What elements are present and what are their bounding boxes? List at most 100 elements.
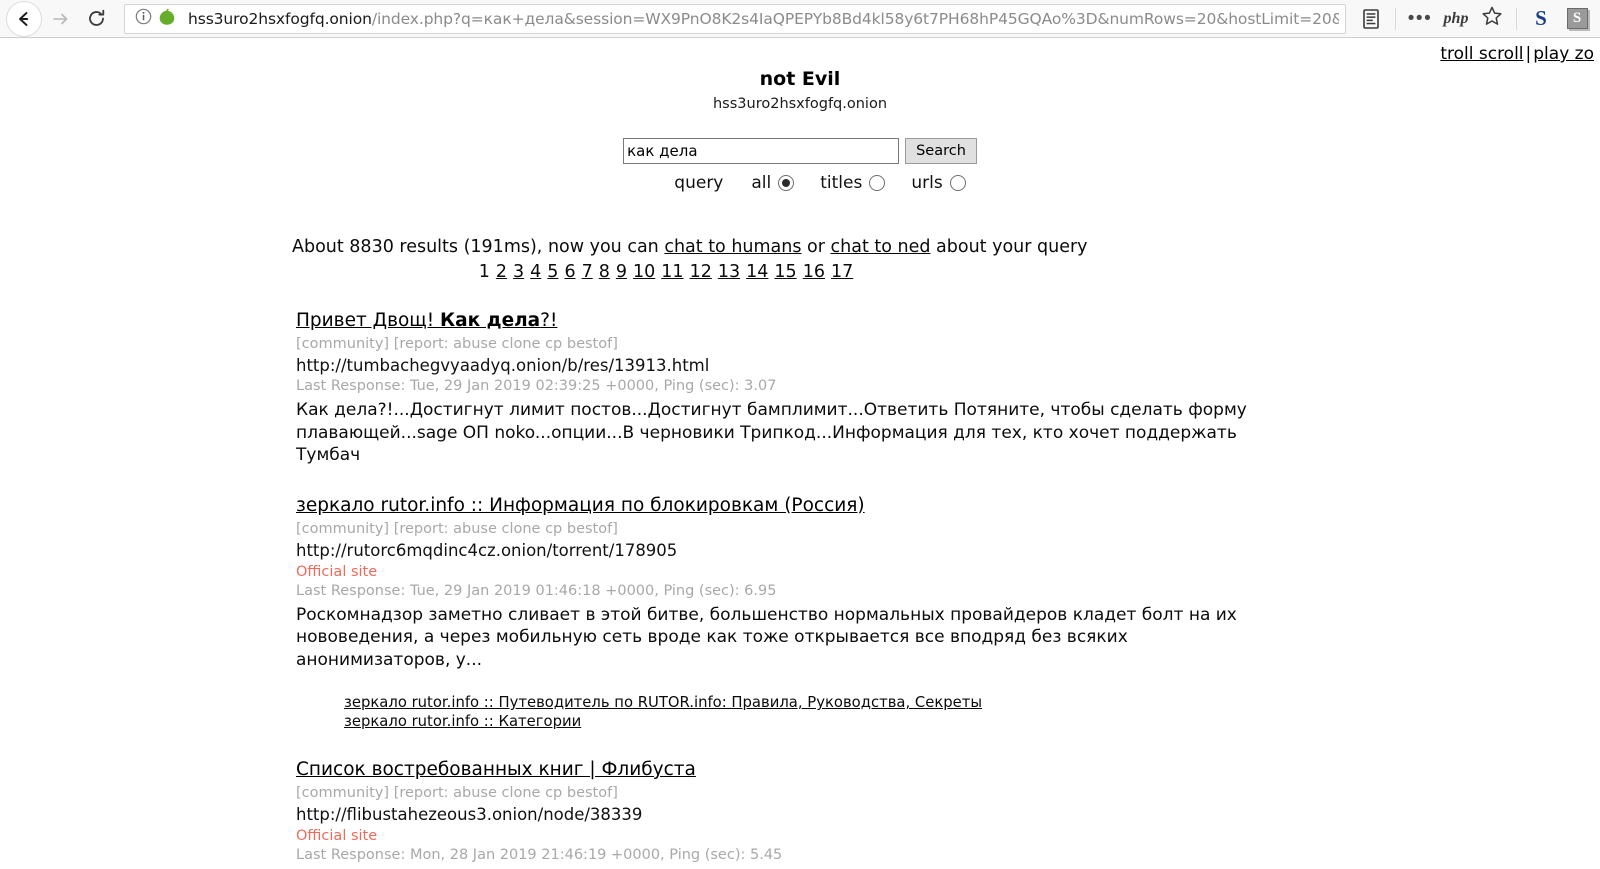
search-button[interactable]: Search [905,138,977,164]
page-link-13[interactable]: 13 [718,262,740,282]
result-official-badge: Official site [296,563,378,580]
result-title-link[interactable]: Привет Двощ! Как дела?! [296,310,557,332]
result-snippet: Как дела?!...Достигнут лимит постов...До… [296,400,1247,465]
corner-separator: | [1525,44,1532,64]
url-text: hss3uro2hsxfogfq.onion/index.php?q=как+д… [188,10,1339,28]
page-link-9[interactable]: 9 [616,262,627,282]
result-meta: Last Response: Tue, 29 Jan 2019 02:39:25… [296,378,777,394]
back-button[interactable] [6,0,42,37]
option-all-label: all [751,173,772,193]
page-link-14[interactable]: 14 [746,262,768,282]
summary-mid: or [801,237,831,257]
site-domain: hss3uro2hsxfogfq.onion [712,96,888,112]
toolbar-divider-2 [1516,7,1517,30]
chat-to-humans-link[interactable]: chat to humans [664,237,801,257]
site-header: not Evil hss3uro2hsxfogfq.onion [0,38,1600,112]
reader-view-icon[interactable] [1354,2,1388,36]
forward-button[interactable] [42,1,78,37]
arrow-left-icon [14,9,34,29]
page-title: not Evil [759,68,841,90]
toolbar-divider [1395,7,1396,30]
page-link-4[interactable]: 4 [530,262,541,282]
s-extension-blue-button[interactable]: S [1524,2,1558,36]
result-snippet: Роскомнадзор заметно сливает в этой битв… [296,604,1237,670]
result-tags[interactable]: [community] [report: abuse clone cp best… [296,336,1560,353]
bookmark-button[interactable] [1475,2,1509,36]
navigation-buttons [0,0,114,37]
search-area: Search query all titles urls [0,138,1600,193]
toolbar-right-icons: ••• php S S [1354,2,1600,36]
result-tags[interactable]: [community] [report: abuse clone cp best… [296,521,1560,538]
info-circle-icon[interactable] [135,8,152,30]
search-result: зеркало rutor.info :: Информация по блок… [296,495,1560,732]
result-title-text: Привет Двощ! [296,310,441,331]
reload-icon [86,8,107,29]
url-host: hss3uro2hsxfogfq.onion [188,9,372,28]
result-title-suffix: ?! [540,310,558,331]
corner-links: troll scroll | play zo [1440,44,1594,64]
page-body: troll scroll | play zo not Evil hss3uro2hs… [0,38,1600,869]
search-row: Search [623,138,977,164]
page-link-6[interactable]: 6 [564,262,575,282]
result-title-text: Список востребованных книг | Флибуста [296,759,696,780]
result-url[interactable]: http://flibustahezeous3.onion/node/38339 [296,805,1560,825]
result-meta: Last Response: Tue, 29 Jan 2019 01:46:18… [296,582,777,599]
chat-to-ned-link[interactable]: chat to ned [831,237,931,257]
page-link-3[interactable]: 3 [513,262,524,282]
page-link-17[interactable]: 17 [831,262,853,282]
option-urls-label: urls [911,173,943,193]
result-tags[interactable]: [community] [report: abuse clone cp best… [296,785,1560,802]
onion-icon [158,6,176,31]
arrow-right-icon [50,9,70,29]
results-summary: About 8830 results (191ms), now you can … [292,237,1560,257]
result-sublink[interactable]: зеркало rutor.info :: Путеводитель по RU… [344,693,1560,712]
result-url[interactable]: http://rutorc6mqdinc4cz.onion/torrent/17… [296,541,1560,561]
radio-titles[interactable] [869,175,886,191]
overflow-menu-button[interactable]: ••• [1403,2,1437,36]
result-title-text: зеркало rutor.info :: Информация по блок… [296,494,865,516]
radio-urls[interactable] [949,175,966,191]
page-link-12[interactable]: 12 [690,262,712,282]
result-official-badge: Official site [296,828,378,844]
page-link-2[interactable]: 2 [496,262,507,282]
php-extension-button[interactable]: php [1439,2,1473,36]
page-link-8[interactable]: 8 [599,262,610,282]
php-icon: php [1443,9,1469,27]
play-zone-link[interactable]: play zo [1533,44,1594,64]
search-result: Привет Двощ! Как дела?! [community] [repo… [296,310,1560,467]
page-link-10[interactable]: 10 [633,262,655,282]
url-path: /index.php?q=как+дела&session=WX9PnO8K2s… [371,9,1339,28]
result-sublink[interactable]: зеркало rutor.info :: Категории [344,712,1560,731]
result-title-link[interactable]: зеркало rutor.info :: Информация по блок… [296,495,865,517]
page-current: 1 [478,262,490,282]
star-icon [1481,5,1503,32]
search-scope-options: query all titles urls [0,173,1600,193]
s-blue-icon: S [1535,6,1547,30]
radio-all[interactable] [778,175,795,191]
browser-toolbar: hss3uro2hsxfogfq.onion/index.php?q=как+д… [0,0,1600,38]
pagination: 1 2 3 4 5 6 7 8 9 10 11 12 13 14 15 16 17 [296,262,1036,282]
summary-suffix: about your query [930,237,1088,257]
summary-prefix: About 8830 results (191ms), now you can [292,237,665,257]
search-input[interactable] [623,138,900,164]
s-extension-box-button[interactable]: S [1560,2,1594,36]
page-link-5[interactable]: 5 [547,262,558,282]
s-box-icon: S [1566,8,1588,29]
page-link-7[interactable]: 7 [582,262,593,282]
option-titles-label: titles [820,173,863,193]
result-sublinks: зеркало rutor.info :: Путеводитель по RU… [296,693,1560,731]
address-bar[interactable]: hss3uro2hsxfogfq.onion/index.php?q=как+д… [124,3,1346,34]
search-result: Список востребованных книг | Флибуста [co… [296,759,1560,869]
result-meta: Last Response: Mon, 28 Jan 2019 21:46:19… [296,847,783,863]
result-title-link[interactable]: Список востребованных книг | Флибуста [296,759,696,781]
result-title-highlight: Как дела [440,310,541,331]
troll-scroll-link[interactable]: troll scroll [1440,44,1523,64]
result-url[interactable]: http://tumbachegvyaadyq.onion/b/res/1391… [296,356,1560,376]
page-link-16[interactable]: 16 [803,262,825,282]
query-label: query [674,173,724,193]
reload-button[interactable] [78,1,114,37]
results-container: About 8830 results (191ms), now you can … [0,237,1600,869]
page-link-15[interactable]: 15 [774,262,796,282]
pagination-links: 2 3 4 5 6 7 8 9 10 11 12 13 14 15 16 17 [493,262,856,282]
page-link-11[interactable]: 11 [661,262,683,282]
